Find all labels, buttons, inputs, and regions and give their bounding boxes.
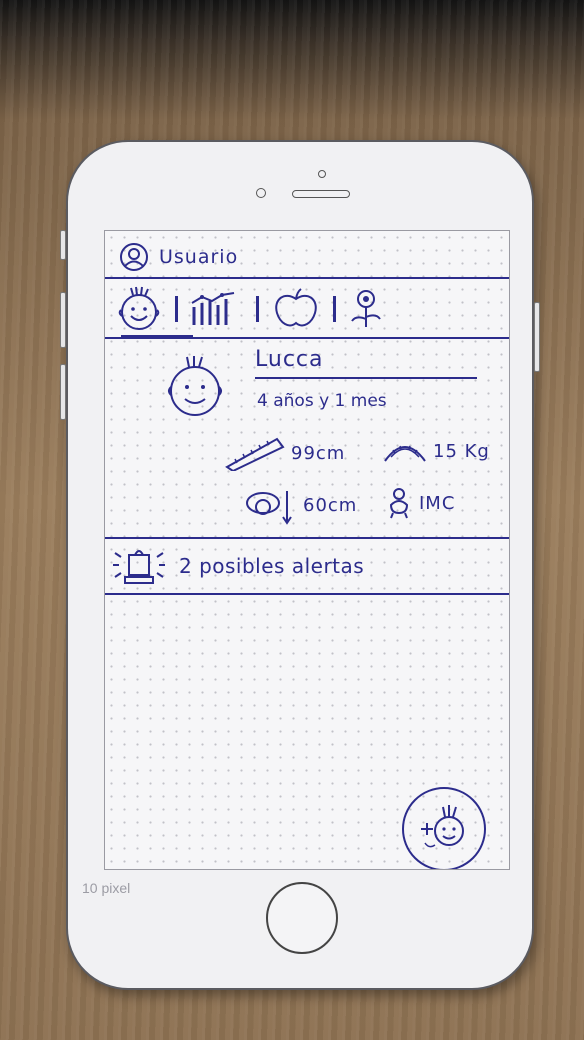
header-divider [105,277,509,279]
flower-icon [351,290,381,327]
bmi-value: IMC [419,492,456,514]
scale-icon [384,445,426,462]
name-underline [255,377,477,379]
head-value: 60cm [303,494,358,516]
user-icon [120,243,148,271]
apple-icon [275,288,317,327]
add-child-button[interactable] [402,787,486,869]
alarm-icon [113,550,165,584]
tab-growth-chart[interactable] [188,289,246,329]
proximity-sensor [318,170,326,178]
pixel-label: 10 pixel [82,880,131,896]
alerts-row[interactable]: 2 posibles alertas [111,543,495,589]
child-name: Lucca [255,347,324,372]
bar-chart-icon [191,292,235,325]
body-icon [389,488,409,519]
tab-separator [333,296,336,322]
bmi-metric: IMC [385,487,455,519]
weight-metric: 15 Kg [383,439,490,463]
power-button [534,302,540,372]
height-metric: 99cm [223,435,345,471]
baby-face-icon [118,286,160,330]
active-tab-indicator [121,335,193,338]
home-button[interactable] [266,882,338,954]
tab-bar [113,283,505,335]
front-camera [256,188,266,198]
head-metric: 60cm [241,485,357,525]
alerts-text: 2 posibles alertas [179,554,365,578]
earpiece-speaker [292,190,350,198]
tab-development[interactable] [346,287,386,331]
volume-up-button [60,292,66,348]
add-child-icon [421,805,464,848]
height-value: 99cm [291,442,346,464]
tab-separator [256,296,259,322]
weight-value: 15 Kg [433,440,490,462]
child-age: 4 años y 1 mes [257,391,387,411]
phone-mockup: Usuario Lucca 4 años y 1 mes 99cm 15 Kg … [60,140,540,990]
tab-child-profile[interactable] [113,286,165,332]
user-header[interactable]: Usuario [119,237,499,277]
mute-switch [60,230,66,260]
tab-nutrition[interactable] [269,287,323,331]
app-screen: Usuario Lucca 4 años y 1 mes 99cm 15 Kg … [104,230,510,870]
child-avatar-icon [168,356,222,416]
alert-bottom-divider [105,593,509,595]
head-measure-icon [246,491,292,525]
volume-down-button [60,364,66,420]
ruler-icon [225,437,285,471]
user-label: Usuario [159,246,239,268]
alert-top-divider [105,537,509,539]
tab-separator [175,296,178,322]
